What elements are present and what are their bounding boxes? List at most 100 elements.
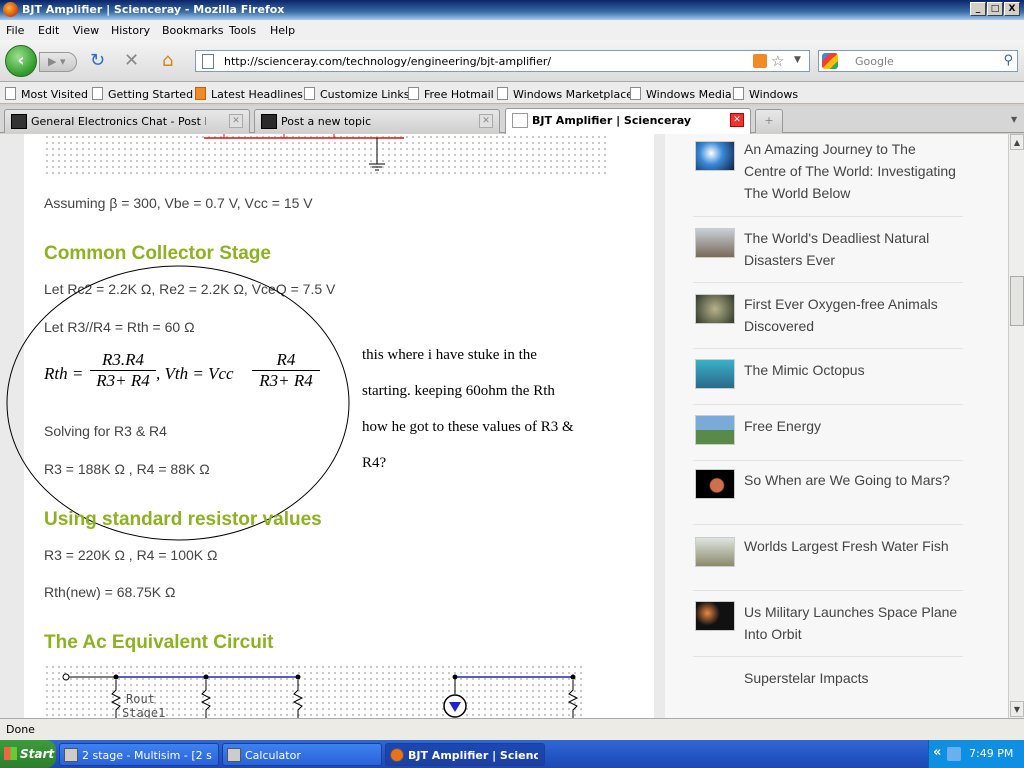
- sidebar-item-superstelar-impacts[interactable]: Superstelar Impacts: [693, 657, 963, 707]
- close-window-button[interactable]: X: [1004, 2, 1020, 16]
- url-text[interactable]: http://scienceray.com/technology/enginee…: [224, 55, 551, 68]
- bookmark-windows-media[interactable]: Windows Media: [630, 87, 732, 101]
- sidebar-item-mimic-octopus[interactable]: The Mimic Octopus: [693, 349, 963, 405]
- article-thumbnail[interactable]: [695, 141, 735, 171]
- forum-icon: [11, 114, 27, 129]
- search-box[interactable]: Google ⚲: [818, 50, 1018, 72]
- scroll-down-icon[interactable]: ▼: [1010, 701, 1024, 717]
- rss-icon: [195, 87, 206, 100]
- assumption-text: Assuming β = 300, Vbe = 0.7 V, Vcc = 15 …: [44, 195, 313, 211]
- close-tab-icon[interactable]: ✕: [479, 114, 493, 128]
- search-placeholder: Google: [855, 55, 894, 68]
- sidebar-item-free-energy[interactable]: Free Energy: [693, 405, 963, 461]
- sidebar-item-amazing-journey[interactable]: An Amazing Journey to The Centre of The …: [693, 134, 963, 217]
- tab-post-new-topic[interactable]: Post a new topic ✕: [254, 109, 500, 133]
- scroll-up-icon[interactable]: ▲: [1010, 134, 1024, 150]
- taskbar-item-firefox[interactable]: BJT Amplifier | Scienc...: [385, 743, 545, 766]
- page-icon: [733, 87, 744, 100]
- sidebar-item-space-plane[interactable]: Us Military Launches Space Plane Into Or…: [693, 591, 963, 657]
- tab-general-electronics[interactable]: General Electronics Chat - Post New Th..…: [4, 109, 250, 133]
- menu-view[interactable]: View: [73, 24, 99, 37]
- network-icon[interactable]: [947, 747, 961, 761]
- back-button[interactable]: ‹: [5, 45, 37, 77]
- google-icon[interactable]: [822, 53, 838, 69]
- bookmark-free-hotmail[interactable]: Free Hotmail: [408, 87, 494, 101]
- folder-icon: [5, 87, 16, 100]
- ac-circuit-diagram: Rout Stage1: [44, 664, 584, 720]
- heading-standard-values: Using standard resistor values: [44, 509, 322, 530]
- vertical-scrollbar[interactable]: ▲ ▼: [1008, 134, 1024, 718]
- stop-icon[interactable]: ✕: [124, 51, 139, 71]
- address-bar[interactable]: http://scienceray.com/technology/enginee…: [195, 50, 810, 72]
- article-thumbnail[interactable]: [695, 469, 735, 499]
- circuit-diagram-top: [44, 134, 606, 178]
- page-icon: [630, 87, 641, 100]
- bookmark-windows[interactable]: Windows: [733, 87, 798, 101]
- status-text: Done: [6, 723, 35, 736]
- article-thumbnail[interactable]: [695, 415, 735, 445]
- page-icon: [497, 87, 508, 100]
- new-tab-button[interactable]: +: [755, 109, 783, 133]
- taskbar-item-multisim[interactable]: 2 stage - Multisim - [2 st...: [59, 743, 219, 766]
- annotation-circle: [6, 265, 350, 541]
- sidebar-item-natural-disasters[interactable]: The World's Deadliest Natural Disasters …: [693, 217, 963, 283]
- annotation-line-2: starting. keeping 60ohm the Rth: [362, 383, 555, 399]
- multisim-icon: [64, 748, 78, 762]
- tab-bjt-amplifier[interactable]: BJT Amplifier | Scienceray ✕: [505, 108, 751, 134]
- scroll-thumb[interactable]: [1010, 276, 1024, 326]
- menu-bar: File Edit View History Bookmarks Tools H…: [0, 20, 1024, 40]
- bookmark-star-icon[interactable]: ☆: [771, 52, 784, 70]
- annotation-line-3: how he got to these values of R3 &: [362, 419, 574, 435]
- bookmark-latest-headlines[interactable]: Latest Headlines: [195, 87, 303, 101]
- menu-file[interactable]: File: [6, 24, 24, 37]
- heading-ac-equivalent: The Ac Equivalent Circuit: [44, 632, 274, 653]
- menu-history[interactable]: History: [111, 24, 150, 37]
- system-tray: « 7:49 PM: [928, 740, 1024, 768]
- article-thumbnail[interactable]: [695, 294, 735, 324]
- minimize-button[interactable]: _: [970, 2, 986, 16]
- tab-list-icon[interactable]: ▼: [1011, 115, 1017, 124]
- heading-common-collector: Common Collector Stage: [44, 243, 271, 264]
- close-tab-icon[interactable]: ✕: [730, 113, 744, 127]
- article-thumbnail[interactable]: [695, 359, 735, 389]
- status-bar: Done: [0, 718, 1024, 740]
- bookmark-getting-started[interactable]: Getting Started: [92, 87, 193, 101]
- page-icon: [202, 54, 214, 69]
- search-icon[interactable]: ⚲: [1003, 53, 1013, 68]
- tray-expand-icon[interactable]: «: [933, 745, 941, 760]
- menu-tools[interactable]: Tools: [229, 24, 256, 37]
- taskbar-item-calculator[interactable]: Calculator: [222, 743, 382, 766]
- menu-help[interactable]: Help: [270, 24, 295, 37]
- page-icon: [92, 87, 103, 100]
- window-titlebar: BJT Amplifier | Scienceray - Mozilla Fir…: [0, 0, 1024, 20]
- reload-icon[interactable]: ↻: [90, 51, 105, 71]
- bookmark-most-visited[interactable]: Most Visited: [5, 87, 88, 101]
- page-icon: [408, 87, 419, 100]
- annotation-line-1: this where i have stuke in the: [362, 347, 537, 363]
- sidebar-item-mars[interactable]: So When are We Going to Mars?: [693, 461, 963, 525]
- home-icon[interactable]: ⌂: [162, 51, 173, 71]
- close-tab-icon[interactable]: ✕: [229, 114, 243, 128]
- windows-logo-icon: [4, 747, 17, 760]
- menu-bookmarks[interactable]: Bookmarks: [162, 24, 223, 37]
- sidebar-item-fresh-water-fish[interactable]: Worlds Largest Fresh Water Fish: [693, 525, 963, 591]
- forum-icon: [261, 114, 277, 129]
- annotation-line-4: R4?: [362, 455, 387, 471]
- bookmark-customize-links[interactable]: Customize Links: [304, 87, 410, 101]
- forward-button[interactable]: ▶ ▾: [39, 52, 77, 72]
- bookmark-windows-marketplace[interactable]: Windows Marketplace: [497, 87, 633, 101]
- article-thumbnail[interactable]: [695, 537, 735, 567]
- start-button[interactable]: Start: [0, 740, 56, 768]
- circuit-wiring: [204, 134, 404, 171]
- article-thumbnail[interactable]: [695, 228, 735, 258]
- url-dropdown-icon[interactable]: ▼: [794, 55, 801, 65]
- page-icon: [512, 113, 528, 128]
- firefox-icon: [390, 748, 404, 762]
- maximize-button[interactable]: □: [987, 2, 1003, 16]
- rss-feed-icon[interactable]: [753, 54, 767, 68]
- clock[interactable]: 7:49 PM: [969, 747, 1013, 760]
- sidebar-item-oxygen-free-animals[interactable]: First Ever Oxygen-free Animals Discovere…: [693, 283, 963, 349]
- page-icon: [304, 87, 315, 100]
- menu-edit[interactable]: Edit: [38, 24, 59, 37]
- article-thumbnail[interactable]: [695, 601, 735, 631]
